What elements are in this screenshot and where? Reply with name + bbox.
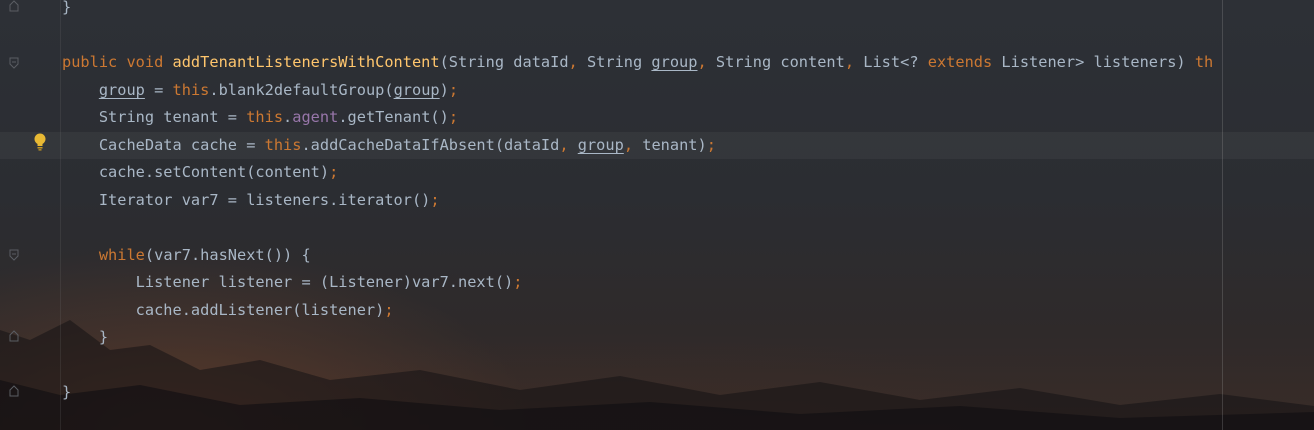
code-line[interactable]: Iterator var7 = listeners.iterator(); bbox=[62, 187, 440, 214]
code-token: group bbox=[577, 136, 624, 154]
code-token: Listener listener = (Listener)var7.next(… bbox=[62, 273, 514, 291]
code-token: , bbox=[697, 53, 716, 71]
wallpaper-mountains bbox=[0, 320, 1314, 430]
code-token: ; bbox=[384, 301, 394, 319]
code-line[interactable]: String tenant = this.agent.getTenant(); bbox=[62, 104, 458, 131]
code-line[interactable]: cache.setContent(content); bbox=[62, 159, 338, 186]
right-margin-guide bbox=[1222, 0, 1223, 430]
code-token: Iterator var7 = listeners.iterator() bbox=[62, 191, 431, 209]
code-token: ; bbox=[448, 108, 459, 126]
code-token: ; bbox=[329, 163, 339, 181]
code-token: (String dataId bbox=[439, 53, 569, 71]
code-token: ; bbox=[430, 191, 440, 209]
code-token: String tenant = bbox=[62, 108, 247, 126]
editor-gutter[interactable] bbox=[0, 0, 30, 430]
fold-start-icon[interactable] bbox=[9, 57, 19, 69]
code-token: , bbox=[568, 53, 587, 71]
code-token: addTenantListenersWithContent bbox=[172, 53, 440, 71]
code-token: this bbox=[246, 108, 284, 126]
code-line[interactable]: } bbox=[62, 0, 71, 21]
code-token: ; bbox=[706, 136, 716, 154]
code-token: , bbox=[844, 53, 864, 71]
code-token: .blank2defaultGroup( bbox=[209, 81, 394, 99]
code-token: . bbox=[283, 108, 293, 126]
fold-end-icon[interactable] bbox=[9, 330, 19, 342]
code-token: this bbox=[172, 81, 210, 99]
code-token: group bbox=[98, 81, 145, 99]
code-token: List<? bbox=[863, 53, 928, 71]
code-token: group bbox=[651, 53, 698, 71]
code-token: CacheData cache = bbox=[62, 136, 265, 154]
code-token: , bbox=[623, 136, 643, 154]
code-token: extends bbox=[927, 53, 1002, 71]
code-line[interactable]: cache.addListener(listener); bbox=[62, 297, 394, 324]
code-token: while bbox=[98, 246, 145, 264]
code-token: ; bbox=[448, 81, 459, 99]
code-token: .getTenant() bbox=[338, 108, 449, 126]
code-line[interactable]: CacheData cache = this.addCacheDataIfAbs… bbox=[62, 132, 716, 159]
code-token: } bbox=[62, 383, 72, 401]
fold-end-icon[interactable] bbox=[9, 385, 19, 397]
code-token: this bbox=[264, 136, 302, 154]
code-line[interactable]: } bbox=[62, 324, 108, 351]
code-token: } bbox=[62, 328, 109, 346]
fold-start-icon[interactable] bbox=[9, 249, 19, 261]
code-line[interactable]: group = this.blank2defaultGroup(group); bbox=[62, 77, 458, 104]
code-token: String bbox=[586, 53, 652, 71]
code-token: , bbox=[559, 136, 578, 154]
code-token: public void bbox=[62, 53, 173, 71]
code-token: } bbox=[62, 0, 72, 16]
code-token: group bbox=[393, 81, 440, 99]
fold-end-icon[interactable] bbox=[9, 0, 19, 12]
code-line[interactable]: while(var7.hasNext()) { bbox=[62, 242, 311, 269]
code-token: ; bbox=[513, 273, 523, 291]
code-token: tenant) bbox=[642, 136, 707, 154]
code-token: = bbox=[144, 81, 173, 99]
code-token: th bbox=[1194, 53, 1214, 71]
code-line[interactable]: } bbox=[62, 379, 71, 406]
code-token: .addCacheDataIfAbsent(dataId bbox=[301, 136, 560, 154]
code-token: ) bbox=[439, 81, 449, 99]
code-line[interactable]: public void addTenantListenersWithConten… bbox=[62, 49, 1213, 76]
code-token: cache.setContent(content) bbox=[62, 163, 330, 181]
code-line[interactable]: Listener listener = (Listener)var7.next(… bbox=[62, 269, 523, 296]
code-token: agent bbox=[292, 108, 339, 126]
code-token: String content bbox=[715, 53, 845, 71]
indent-guide bbox=[60, 0, 61, 430]
code-token: cache.addListener(listener) bbox=[62, 301, 385, 319]
code-token: (var7.hasNext()) { bbox=[144, 246, 311, 264]
code-token: Listener> listeners) bbox=[1001, 53, 1195, 71]
lightbulb-icon[interactable] bbox=[33, 133, 47, 151]
